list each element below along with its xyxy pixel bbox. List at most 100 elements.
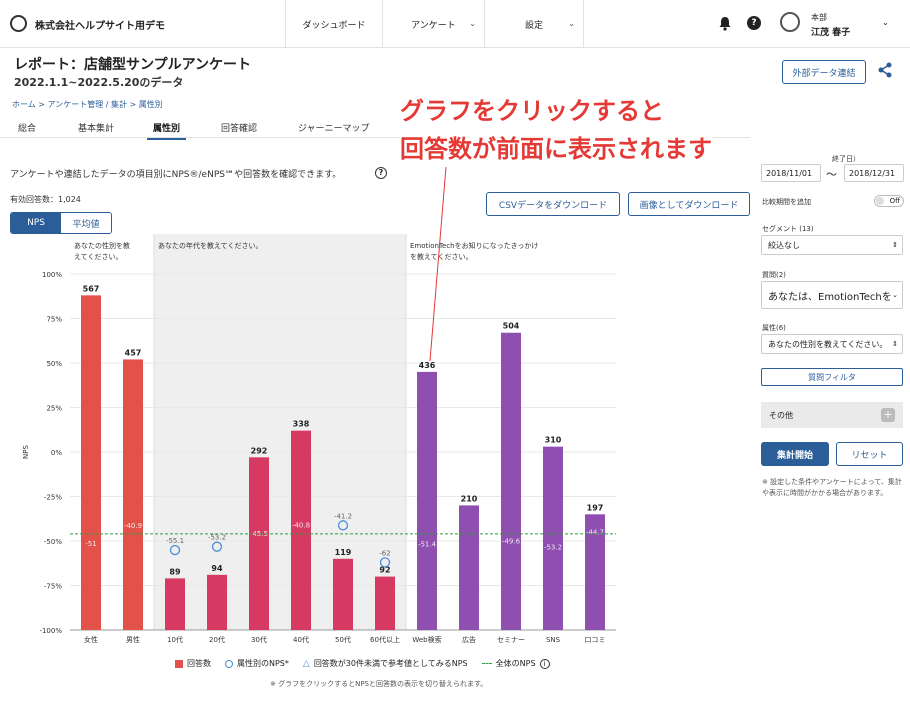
nps-label: -44.7 [586,529,604,537]
response-count: 有効回答数：1,024 [10,195,81,204]
external-data-button[interactable]: 外部データ連結 [782,60,866,84]
nps-label: -40.9 [124,522,142,530]
x-tick-label: 30代 [251,635,267,644]
y-tick-label: -25% [44,494,62,502]
share-icon[interactable] [877,62,893,78]
count-label: 504 [503,322,520,331]
nps-chart[interactable]: 100% 75% 50% 25% 0% -25% -50% -75% -100% NPS あなたの性… [0,234,630,654]
question-filter-button[interactable]: 質問フィルタ [761,368,903,386]
bar-女性 [81,295,101,630]
x-tick-label: 女性 [84,635,98,644]
bar-Web検索 [417,371,437,630]
legend-item-reference[interactable]: △ 回答数が30件未満で参考値としてみるNPS [303,658,468,669]
page-title: レポート：店舗型サンプルアンケート [14,57,252,73]
select-arrow-icon: ⇕ [892,241,898,249]
logo-icon[interactable] [10,15,27,32]
segment-select[interactable]: 絞込なし ⇕ [761,235,903,255]
period-label: 終了日） [832,155,860,163]
legend-item-nps[interactable]: 属性別のNPS* [225,658,289,669]
x-tick-label: 10代 [167,635,183,644]
chevron-down-icon: ⌄ [568,19,575,28]
nps-label: -53.2 [208,534,226,542]
y-tick-label: 75% [46,316,62,324]
start-date-input[interactable]: 2018/11/01 [761,164,821,182]
chart-note: ※ グラフをクリックするとNPSと回答数の表示を切り替えられます。 [270,680,488,688]
count-label: 94 [211,564,223,573]
group-background [154,234,406,630]
group-label: あなたの年代を教えてください。 [158,241,262,250]
legend-item-count[interactable]: 回答数 [175,658,211,669]
count-label: 567 [83,284,100,293]
question-label: 質問(2) [762,271,786,279]
x-tick-label: 男性 [126,635,140,644]
x-tick-label: 40代 [293,635,309,644]
help-icon[interactable]: ? [747,16,761,30]
chart-legend: 回答数 属性別のNPS* △ 回答数が30件未満で参考値としてみるNPS 全体のN… [175,658,550,669]
bar-40代 [291,430,311,630]
nav-survey[interactable]: アンケート ⌄ [382,0,484,48]
group-label: あなたの性別を教 [74,241,130,250]
tab-attribute[interactable]: 属性別 [146,121,187,140]
nps-label: -62 [379,549,390,557]
bell-icon[interactable] [718,16,732,31]
x-tick-label: 口コミ [585,636,606,644]
x-tick-label: セミナー [497,636,525,644]
question-select[interactable]: あなたは、EmotionTechを ⌄ [761,281,903,309]
toggle-nps[interactable]: NPS [11,213,61,233]
attribute-select[interactable]: あなたの性別を教えてください。 ⇕ [761,334,903,354]
breadcrumb[interactable]: ホーム > アンケート管理 / 集計 > 属性別 [12,99,163,110]
x-tick-label: 広告 [462,635,476,644]
user-department: 本部 [811,13,827,22]
annotation-line-2: 回答数が前面に表示されます [400,135,712,163]
end-date-input[interactable]: 2018/12/31 [844,164,904,182]
reset-button[interactable]: リセット [836,442,903,466]
bar-広告 [459,505,479,630]
toggle-average[interactable]: 平均値 [61,213,111,233]
count-label: 292 [251,446,268,455]
group-label: えてください。 [74,253,122,261]
bar-50代 [333,558,353,630]
nps-label: -40.8 [292,522,310,530]
count-label: 89 [169,567,181,576]
plus-icon[interactable]: + [881,408,895,422]
tab-summary[interactable]: 総合 [18,121,36,134]
annotation-callout: グラフをクリックすると 回答数が前面に表示されます [400,92,712,168]
avatar[interactable] [780,12,800,32]
y-tick-label: -75% [44,583,62,591]
compare-toggle[interactable]: Off [874,195,904,207]
legend-item-overall[interactable]: 全体のNPS i [481,658,550,669]
bar-10代 [165,578,185,630]
select-arrow-icon: ⇕ [892,340,898,348]
csv-download-button[interactable]: CSVデータをダウンロード [486,192,620,216]
other-section[interactable]: その他 + [761,402,903,428]
x-tick-label: 60代以上 [370,635,400,644]
help-icon[interactable]: ? [375,167,387,179]
nav-settings[interactable]: 設定 ⌄ [484,0,584,48]
nps-label: -51.4 [418,540,437,548]
y-tick-label: -50% [44,538,62,546]
chevron-down-icon: ⌄ [469,19,476,28]
tab-responses[interactable]: 回答確認 [221,121,257,134]
y-tick-label: 25% [46,405,62,413]
company-name[interactable]: 株式会社ヘルプサイト用デモ [35,17,165,32]
count-label: 310 [545,436,562,445]
aggregate-button[interactable]: 集計開始 [761,442,829,466]
image-download-button[interactable]: 画像としてダウンロード [628,192,750,216]
annotation-pointer [429,166,447,362]
tab-journey-map[interactable]: ジャーニーマップ [298,121,370,134]
nav-dashboard[interactable]: ダッシュボード [285,0,382,48]
y-axis-label: NPS [22,444,30,458]
x-tick-label: 50代 [335,635,351,644]
chevron-down-icon[interactable]: ⌄ [882,18,889,27]
x-tick-label: Web検索 [412,635,441,644]
bar-セミナー [501,332,521,630]
nps-label: -51 [85,540,96,548]
bar-60代以上 [375,576,395,630]
count-label: 119 [335,548,352,557]
page-description: アンケートや連結したデータの項目別にNPS®/eNPS℠や回答数を確認できます。 [10,170,342,180]
tab-basic[interactable]: 基本集計 [78,121,114,134]
info-icon: i [539,658,550,669]
nps-label: -53.2 [544,544,562,552]
count-label: 210 [461,494,478,503]
bar-30代 [249,457,269,630]
